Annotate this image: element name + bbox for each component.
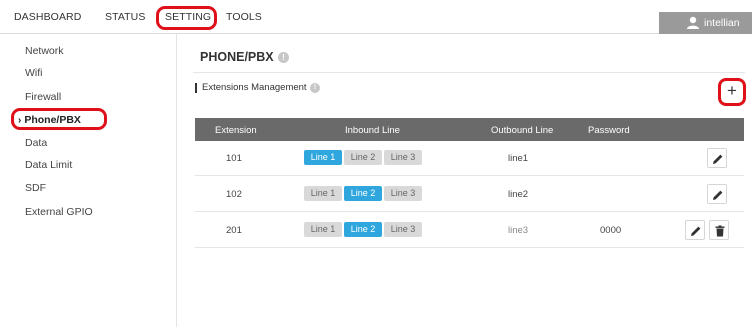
sidebar-item-sdf[interactable]: SDF bbox=[25, 182, 46, 194]
sidebar-item-external-gpio[interactable]: External GPIO bbox=[25, 206, 93, 218]
inbound-line-selector: Line 1 Line 2 Line 3 bbox=[304, 222, 424, 237]
header-outbound-line: Outbound Line bbox=[491, 125, 554, 136]
outbound-line-cell: line3 bbox=[508, 225, 529, 236]
line-3-toggle[interactable]: Line 3 bbox=[384, 150, 422, 165]
extension-cell: 102 bbox=[226, 189, 242, 200]
page-title: PHONE/PBX bbox=[200, 50, 274, 64]
line-2-toggle[interactable]: Line 2 bbox=[344, 186, 382, 201]
password-cell: 0000 bbox=[600, 225, 622, 236]
line-3-toggle[interactable]: Line 3 bbox=[384, 186, 422, 201]
delete-button[interactable] bbox=[709, 220, 729, 240]
line-3-toggle[interactable]: Line 3 bbox=[384, 222, 422, 237]
table-row: 101 Line 1 Line 2 Line 3 line1 bbox=[195, 141, 744, 176]
header-extension: Extension bbox=[215, 125, 257, 136]
line-2-toggle[interactable]: Line 2 bbox=[344, 222, 382, 237]
edit-button[interactable] bbox=[707, 184, 727, 204]
tab-tools[interactable]: TOOLS bbox=[226, 11, 262, 23]
tab-status[interactable]: STATUS bbox=[105, 11, 145, 23]
sidebar-item-data[interactable]: Data bbox=[25, 137, 47, 149]
header-password: Password bbox=[588, 125, 630, 136]
section-title: Extensions Management bbox=[202, 82, 307, 93]
table-header: Extension Inbound Line Outbound Line Pas… bbox=[195, 118, 744, 141]
sidebar: Network Wifi Firewall › Phone/PBX Data Da… bbox=[0, 34, 177, 327]
trash-icon bbox=[715, 225, 725, 237]
sidebar-item-data-limit[interactable]: Data Limit bbox=[25, 159, 72, 171]
extension-cell: 101 bbox=[226, 153, 242, 164]
pencil-icon bbox=[713, 190, 723, 200]
main-content: PHONE/PBX ! Extensions Management ! + Ex… bbox=[178, 34, 752, 327]
section-info-icon[interactable]: ! bbox=[310, 83, 320, 93]
top-nav: DASHBOARD STATUS SETTING TOOLS intellian bbox=[0, 0, 752, 34]
sidebar-item-wifi[interactable]: Wifi bbox=[25, 67, 43, 79]
user-menu[interactable]: intellian bbox=[659, 12, 752, 34]
tab-dashboard[interactable]: DASHBOARD bbox=[14, 11, 81, 23]
sidebar-item-network[interactable]: Network bbox=[25, 45, 64, 57]
add-extension-button[interactable]: + bbox=[718, 78, 746, 106]
section-marker bbox=[195, 83, 197, 93]
user-icon bbox=[687, 16, 699, 29]
setting-highlight bbox=[156, 6, 217, 30]
pencil-icon bbox=[713, 154, 723, 164]
inbound-line-selector: Line 1 Line 2 Line 3 bbox=[304, 150, 424, 165]
line-1-toggle[interactable]: Line 1 bbox=[304, 222, 342, 237]
sidebar-item-firewall[interactable]: Firewall bbox=[25, 91, 61, 103]
line-1-toggle[interactable]: Line 1 bbox=[304, 150, 342, 165]
inbound-line-selector: Line 1 Line 2 Line 3 bbox=[304, 186, 424, 201]
line-2-toggle[interactable]: Line 2 bbox=[344, 150, 382, 165]
table-row: 102 Line 1 Line 2 Line 3 line2 bbox=[195, 177, 744, 212]
extension-cell: 201 bbox=[226, 225, 242, 236]
divider bbox=[193, 72, 745, 73]
info-icon[interactable]: ! bbox=[278, 52, 289, 63]
edit-button[interactable] bbox=[685, 220, 705, 240]
outbound-line-cell: line2 bbox=[508, 189, 529, 200]
outbound-line-cell: line1 bbox=[508, 153, 529, 164]
table-row: 201 Line 1 Line 2 Line 3 line3 0000 bbox=[195, 213, 744, 248]
line-1-toggle[interactable]: Line 1 bbox=[304, 186, 342, 201]
pencil-icon bbox=[691, 226, 701, 236]
edit-button[interactable] bbox=[707, 148, 727, 168]
phone-pbx-highlight bbox=[11, 108, 107, 130]
user-name: intellian bbox=[704, 17, 740, 29]
header-inbound-line: Inbound Line bbox=[345, 125, 400, 136]
